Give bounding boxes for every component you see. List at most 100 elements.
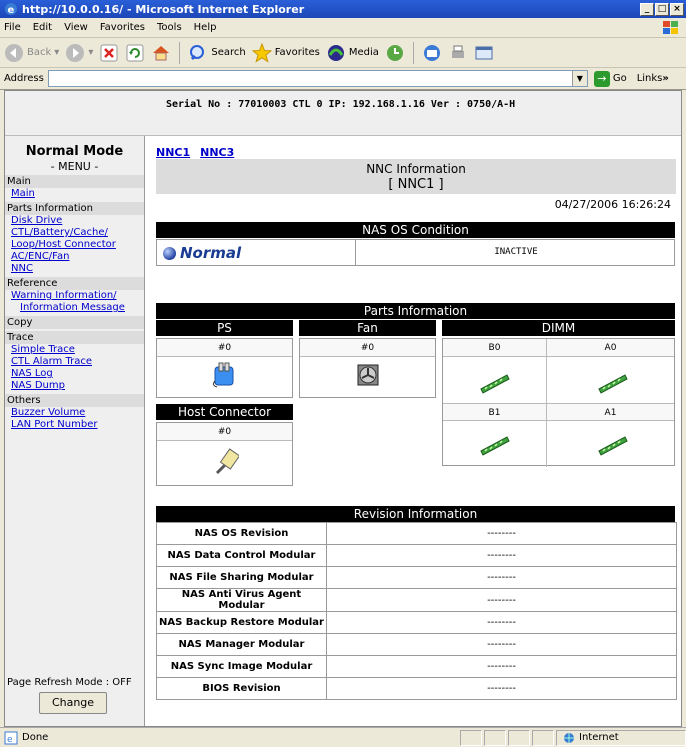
ie-icon: e — [5, 3, 17, 16]
section-copy: Copy — [5, 316, 144, 329]
status-left: e Done — [0, 731, 458, 745]
os-status-label: Normal — [180, 244, 242, 262]
host-connector-cell: #0 — [156, 422, 293, 486]
link-lan-port[interactable]: LAN Port Number — [5, 419, 144, 431]
os-status: Normal — [163, 244, 241, 262]
os-condition-box: Normal INACTIVE — [156, 239, 675, 266]
back-button[interactable]: Back ▾ — [4, 43, 59, 63]
tab-nnc3[interactable]: NNC3 — [200, 146, 234, 159]
fan-id: #0 — [300, 339, 435, 357]
page-title: NNC Information — [366, 162, 466, 176]
link-disk-drive[interactable]: Disk Drive — [5, 215, 144, 227]
revision-value: -------- — [326, 633, 677, 656]
dimm-slot-a0: A0 — [546, 339, 674, 357]
home-icon[interactable] — [151, 43, 171, 63]
revision-label: NAS Backup Restore Modular — [156, 611, 327, 634]
menu-file[interactable]: File — [4, 22, 21, 33]
page-content: Serial No : 77010003 CTL 0 IP: 192.168.1… — [4, 90, 682, 727]
svg-text:e: e — [7, 735, 13, 745]
revision-value: -------- — [326, 566, 677, 589]
forward-arrow-icon — [66, 43, 85, 62]
link-nas-dump[interactable]: NAS Dump — [5, 380, 144, 392]
section-reference: Reference — [5, 277, 144, 290]
host-connector-icon[interactable] — [213, 447, 239, 477]
revision-label: NAS File Sharing Modular — [156, 566, 327, 589]
link-simple-trace[interactable]: Simple Trace — [5, 344, 144, 356]
maximize-button[interactable]: □ — [655, 2, 669, 16]
menu-tools[interactable]: Tools — [157, 22, 182, 33]
dimm-slot-a1: A1 — [546, 403, 674, 421]
menu-bar: File Edit View Favorites Tools Help — [0, 18, 686, 38]
close-button[interactable]: × — [670, 2, 684, 16]
page-icon: e — [4, 731, 18, 745]
status-text: Done — [22, 732, 49, 743]
revision-value: -------- — [326, 677, 677, 700]
link-ctl-alarm[interactable]: CTL Alarm Trace — [5, 356, 144, 368]
memory-module-icon[interactable] — [597, 367, 629, 395]
host-connector-title: Host Connector — [156, 404, 293, 420]
title-bar: e http://10.0.0.16/ - Microsoft Internet… — [0, 0, 686, 18]
link-info-message[interactable]: Information Message — [5, 302, 144, 314]
revision-label: BIOS Revision — [156, 677, 327, 700]
address-dropdown-icon[interactable]: ▼ — [571, 71, 587, 86]
search-button[interactable]: Search — [188, 43, 246, 63]
address-input[interactable]: ▼ — [47, 70, 588, 87]
mail-icon[interactable] — [422, 43, 442, 63]
address-label: Address — [4, 73, 44, 84]
zone-label: Internet — [579, 732, 619, 743]
link-nnc[interactable]: NNC — [5, 263, 144, 275]
link-loop-host[interactable]: Loop/Host Connector — [5, 239, 144, 251]
link-main[interactable]: Main — [5, 188, 144, 200]
forward-button[interactable]: ▾ — [65, 43, 93, 63]
os-condition-title: NAS OS Condition — [156, 222, 675, 238]
edit-icon[interactable] — [474, 43, 494, 63]
link-buzzer[interactable]: Buzzer Volume — [5, 407, 144, 419]
print-icon[interactable] — [448, 43, 468, 63]
stop-icon[interactable] — [99, 43, 119, 63]
memory-module-icon[interactable] — [479, 367, 511, 395]
link-ctl-battery[interactable]: CTL/Battery/Cache/ — [5, 227, 144, 239]
link-nas-log[interactable]: NAS Log — [5, 368, 144, 380]
zone-indicator: Internet — [556, 729, 686, 746]
windows-logo-icon — [663, 21, 678, 34]
revision-label: NAS Anti Virus Agent Modular — [156, 588, 327, 612]
revision-label: NAS Manager Modular — [156, 633, 327, 656]
revision-label: NAS Data Control Modular — [156, 544, 327, 567]
menu-favorites[interactable]: Favorites — [100, 22, 145, 33]
links-button[interactable]: Links — [637, 73, 663, 84]
dimm-slot-b0: B0 — [443, 339, 546, 357]
fan-cell: #0 — [299, 338, 436, 398]
menu-help[interactable]: Help — [194, 22, 217, 33]
back-label: Back — [27, 47, 52, 58]
memory-module-icon[interactable] — [479, 429, 511, 457]
revision-value: -------- — [326, 588, 677, 612]
menu-edit[interactable]: Edit — [33, 22, 52, 33]
back-arrow-icon — [5, 43, 23, 62]
timestamp: 04/27/2006 16:26:24 — [554, 198, 671, 211]
power-supply-icon[interactable] — [211, 361, 239, 389]
serial-frame: Serial No : 77010003 CTL 0 IP: 192.168.1… — [5, 91, 681, 136]
fan-icon[interactable] — [356, 363, 380, 387]
go-button[interactable]: → Go — [593, 70, 627, 87]
link-ac-enc-fan[interactable]: AC/ENC/Fan — [5, 251, 144, 263]
refresh-icon[interactable] — [125, 43, 145, 63]
svg-text:e: e — [8, 5, 15, 16]
tab-nnc1[interactable]: NNC1 — [156, 146, 190, 159]
media-button[interactable]: Media — [326, 43, 379, 63]
refresh-mode: Page Refresh Mode : OFF — [7, 677, 132, 688]
memory-module-icon[interactable] — [597, 429, 629, 457]
media-icon — [327, 44, 344, 61]
dimm-title: DIMM — [442, 320, 675, 336]
menu-view[interactable]: View — [64, 22, 88, 33]
change-button[interactable]: Change — [39, 692, 107, 714]
history-icon[interactable] — [385, 43, 405, 63]
search-icon — [190, 44, 205, 60]
page-subtitle: [ NNC1 ] — [388, 177, 444, 192]
ps-title: PS — [156, 320, 293, 336]
main-frame: NNC1 NNC3 NNC Information [ NNC1 ] 04/27… — [146, 136, 681, 726]
favorites-button[interactable]: Favorites — [251, 42, 320, 63]
minimize-button[interactable]: _ — [640, 2, 654, 16]
fan-title: Fan — [299, 320, 436, 336]
link-warning-info[interactable]: Warning Information/ — [5, 290, 144, 302]
table-row: NAS Sync Image Modular -------- — [156, 655, 677, 678]
